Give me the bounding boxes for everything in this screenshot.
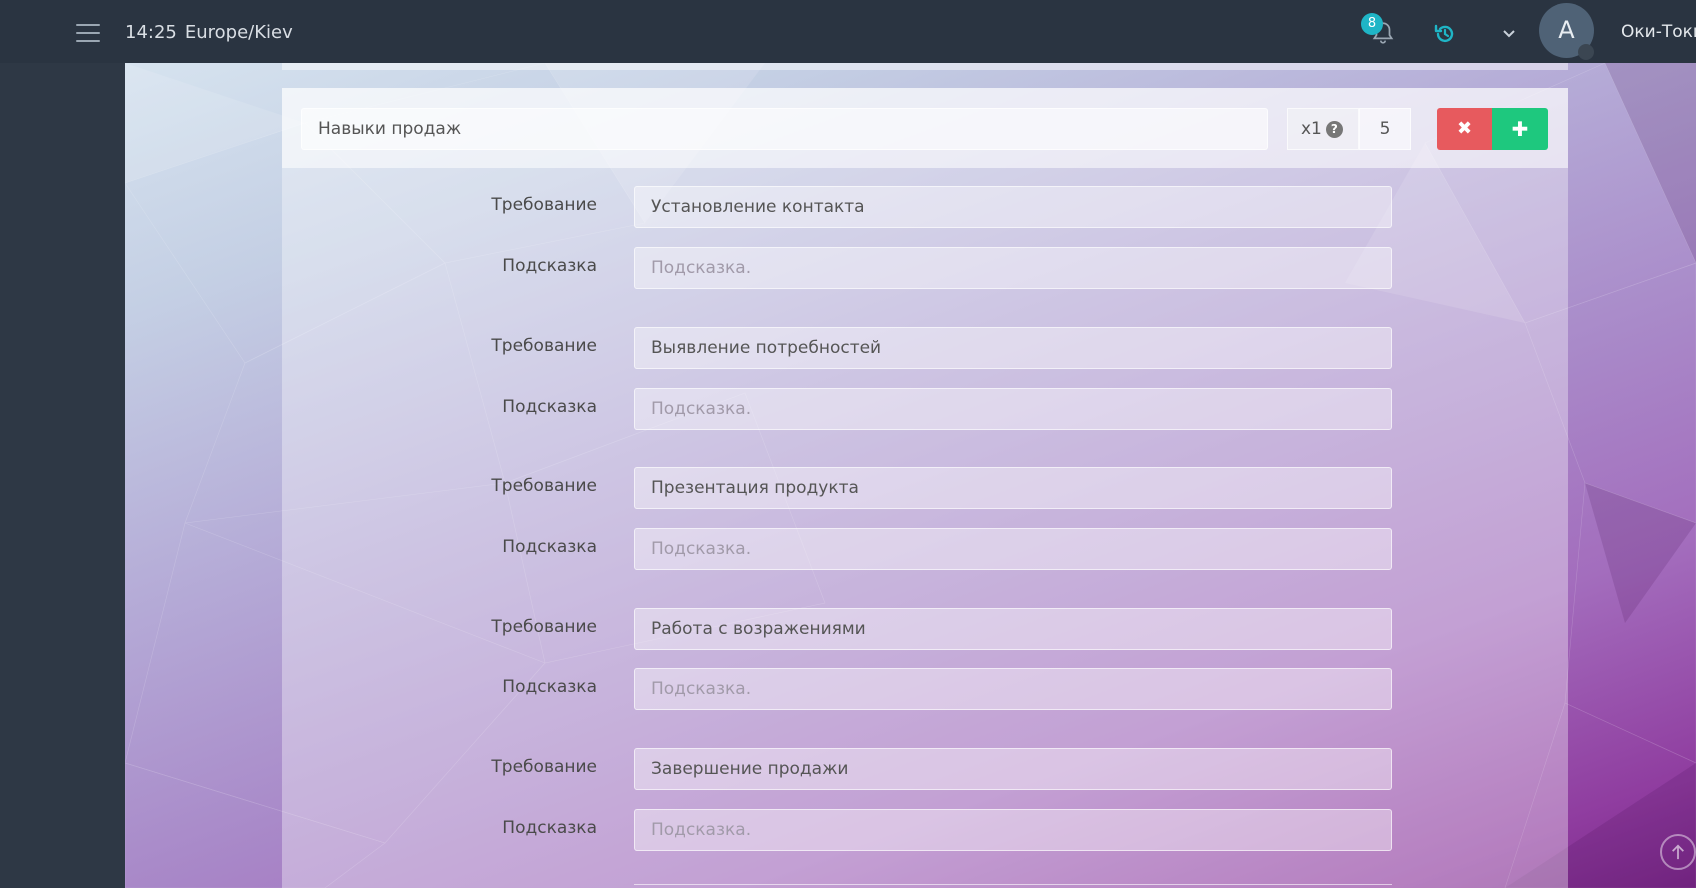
hint-input[interactable]: Подсказка. [634, 247, 1392, 289]
menu-icon[interactable] [76, 24, 100, 42]
scroll-to-top-icon[interactable] [1660, 834, 1696, 870]
timezone: Europe/Kiev [184, 22, 293, 43]
username[interactable]: Оки-Токи [1621, 22, 1696, 42]
hint-input[interactable]: Подсказка. [634, 388, 1392, 430]
requirement-input[interactable]: Презентация продукта [634, 467, 1392, 509]
requirement-label: Требование [491, 617, 597, 637]
top-bar: 14:25 Europe/Kiev 8 A Оки-Токи [0, 0, 1696, 63]
chevron-down-icon[interactable] [1502, 28, 1516, 40]
requirement-label: Требование [491, 195, 597, 215]
requirement-label: Требование [491, 476, 597, 496]
hint-label: Подсказка [502, 256, 597, 276]
current-time: 14:25 [125, 22, 177, 43]
requirement-input[interactable]: Работа с возражениями [634, 608, 1392, 650]
clock: 14:25 Europe/Kiev [125, 22, 293, 43]
status-dot [1578, 44, 1594, 60]
hint-input[interactable]: Подсказка. [634, 668, 1392, 710]
hint-label: Подсказка [502, 818, 597, 838]
requirement-count-input[interactable]: 5 [1359, 108, 1411, 150]
notification-badge: 8 [1361, 13, 1383, 35]
history-icon[interactable] [1433, 22, 1457, 46]
skill-group-name-input[interactable]: Навыки продаж [301, 108, 1268, 150]
sidebar [0, 63, 125, 888]
hint-input[interactable]: Подсказка. [634, 809, 1392, 851]
hint-input[interactable]: Подсказка. [634, 528, 1392, 570]
requirement-input[interactable]: Выявление потребностей [634, 327, 1392, 369]
multiplier-label: x1? [1287, 108, 1359, 150]
next-field-edge [634, 884, 1392, 888]
hint-label: Подсказка [502, 677, 597, 697]
panel-top-strip [282, 63, 1568, 70]
requirement-label: Требование [491, 336, 597, 356]
requirement-input[interactable]: Завершение продажи [634, 748, 1392, 790]
hint-label: Подсказка [502, 397, 597, 417]
add-button[interactable]: ✚ [1492, 108, 1548, 150]
hint-label: Подсказка [502, 537, 597, 557]
requirement-input[interactable]: Установление контакта [634, 186, 1392, 228]
delete-button[interactable]: ✖ [1437, 108, 1492, 150]
multiplier-text: x1 [1301, 119, 1322, 139]
requirement-label: Требование [491, 757, 597, 777]
question-icon[interactable]: ? [1325, 121, 1343, 138]
